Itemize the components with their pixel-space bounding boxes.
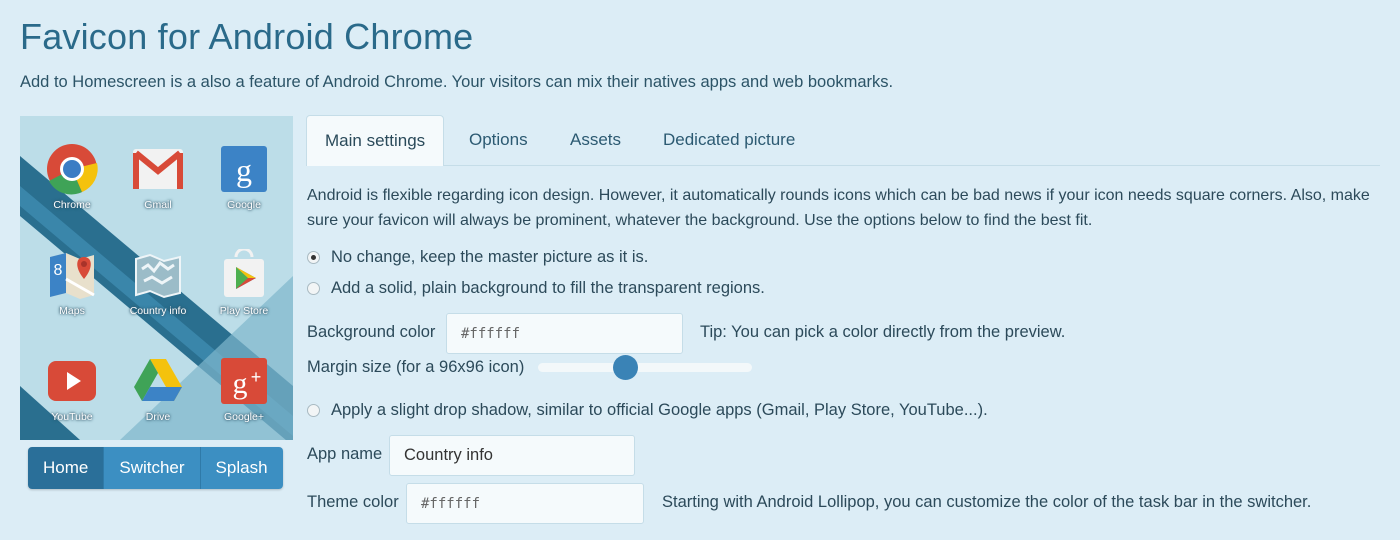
app-play-store[interactable]: Play Store [204,247,284,317]
background-color-tip: Tip: You can pick a color directly from … [700,323,1066,341]
theme-color-tip: Starting with Android Lollipop, you can … [662,493,1312,511]
gmail-icon [132,143,184,195]
app-chrome[interactable]: Chrome [32,143,112,211]
android-home-preview: Chrome Gmail g Google 8 Maps Country inf… [20,116,293,440]
app-label: Drive [145,411,171,423]
google-icon: g [218,143,270,195]
app-maps[interactable]: 8 Maps [32,249,112,317]
app-label: Google+ [224,411,264,423]
home-mode-button[interactable]: Home [28,447,105,489]
svg-text:+: + [251,367,262,387]
page-subtitle: Add to Homescreen is a also a feature of… [20,73,894,91]
svg-text:g: g [233,367,248,400]
radio-button[interactable] [307,282,320,295]
radio-drop-shadow[interactable]: Apply a slight drop shadow, similar to o… [307,401,988,420]
settings-tabs: Main settings Options Assets Dedicated p… [306,115,1380,166]
app-youtube[interactable]: YouTube [32,355,112,423]
theme-color-input[interactable]: #ffffff [406,483,644,524]
settings-description: Android is flexible regarding icon desig… [307,187,1370,229]
app-country-info[interactable]: Country info [118,249,198,317]
radio-label: No change, keep the master picture as it… [331,248,649,266]
play-store-icon [218,247,270,301]
theme-color-label: Theme color [307,493,399,511]
app-label: Chrome [53,199,91,211]
radio-label: Add a solid, plain background to fill th… [331,279,765,297]
radio-solid-background[interactable]: Add a solid, plain background to fill th… [307,279,765,298]
app-label: YouTube [51,411,93,423]
tab-dedicated-picture[interactable]: Dedicated picture [663,115,795,165]
margin-size-slider[interactable] [538,363,752,372]
app-label: Gmail [144,199,172,211]
tab-main-settings[interactable]: Main settings [306,115,445,166]
background-color-label: Background color [307,323,436,341]
app-drive[interactable]: Drive [118,355,198,423]
app-label: Google [227,199,261,211]
background-color-input[interactable]: #ffffff [446,313,683,354]
app-name-label: App name [307,445,383,463]
youtube-icon [46,355,98,407]
switcher-mode-button[interactable]: Switcher [104,447,201,489]
radio-button[interactable] [307,251,320,264]
drive-icon [132,355,184,407]
page-title: Favicon for Android Chrome [20,16,474,57]
app-label: Country info [129,305,187,317]
radio-label: Apply a slight drop shadow, similar to o… [331,401,988,419]
radio-button[interactable] [307,404,320,417]
tab-options[interactable]: Options [469,115,528,165]
app-google-plus[interactable]: g + Google+ [204,355,284,423]
radio-no-change[interactable]: No change, keep the master picture as it… [307,248,648,267]
chrome-icon [46,143,98,195]
margin-size-slider-handle[interactable] [613,355,639,380]
splash-mode-button[interactable]: Splash [200,447,283,489]
app-label: Maps [59,305,85,317]
app-name-input[interactable]: Country info [389,435,635,476]
svg-text:g: g [236,152,252,188]
preview-mode-switch: Home Switcher Splash [28,447,283,489]
margin-size-label: Margin size (for a 96x96 icon) [307,358,525,376]
svg-text:8: 8 [54,262,63,279]
maps-icon: 8 [46,249,98,301]
country-info-icon [132,249,184,301]
tab-assets[interactable]: Assets [570,115,621,165]
app-google[interactable]: g Google [204,143,284,211]
google-plus-icon: g + [218,355,270,407]
app-label: Play Store [219,305,269,317]
app-gmail[interactable]: Gmail [118,143,198,211]
